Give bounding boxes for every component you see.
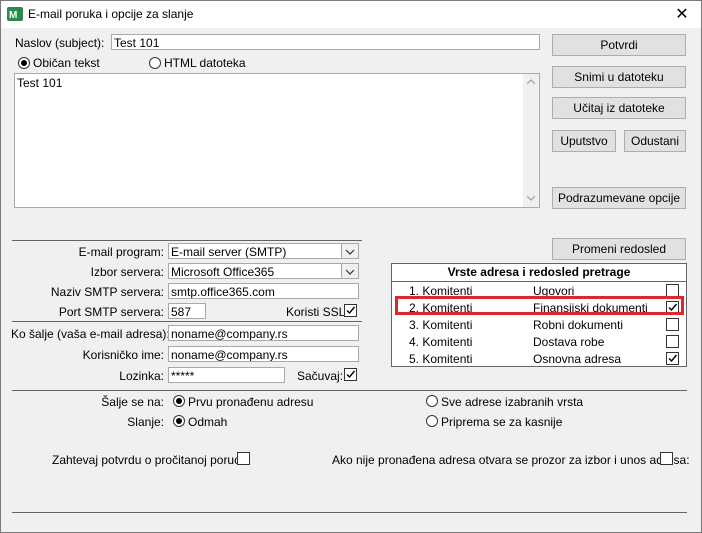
row-address: Dostava robe xyxy=(533,335,605,349)
svg-text:M: M xyxy=(9,10,17,21)
smtp-name-input[interactable]: smtp.office365.com xyxy=(168,283,359,299)
prompt-missing-checkbox[interactable] xyxy=(660,452,673,465)
table-row[interactable]: 4. Komitenti Dostava robe xyxy=(392,333,686,350)
app-icon: M xyxy=(7,7,23,21)
email-program-label: E-mail program: xyxy=(78,245,164,259)
table-row[interactable]: 3. Komitenti Robni dokumenti xyxy=(392,316,686,333)
subject-input[interactable]: Test 101 xyxy=(111,34,540,50)
save-password-checkbox[interactable] xyxy=(344,368,357,381)
username-input[interactable]: noname@company.rs xyxy=(168,346,359,362)
password-input[interactable]: ***** xyxy=(168,367,285,383)
divider xyxy=(12,321,362,322)
read-receipt-label: Zahtevaj potvrdu o pročitanoj poruci: xyxy=(52,453,247,467)
sender-email-label: Ko šalje (vaša e-mail adresa): xyxy=(11,327,170,341)
checkmark-icon xyxy=(346,370,356,379)
send-now-radio[interactable] xyxy=(173,415,185,427)
message-body-text: Test 101 xyxy=(17,76,63,90)
scroll-down-icon[interactable] xyxy=(527,195,535,201)
vertical-scrollbar[interactable] xyxy=(523,74,539,207)
server-choice-select[interactable]: Microsoft Office365 xyxy=(168,263,359,279)
address-types-table: Vrste adresa i redosled pretrage 1. Komi… xyxy=(391,263,687,367)
ssl-checkbox[interactable] xyxy=(344,304,357,317)
sending-label: Slanje: xyxy=(127,415,164,429)
html-file-label: HTML datoteka xyxy=(164,56,246,70)
row-type: 3. Komitenti xyxy=(409,318,473,332)
chevron-down-icon[interactable] xyxy=(341,264,358,278)
password-label: Lozinka: xyxy=(119,369,164,383)
row-checkbox[interactable] xyxy=(666,318,679,331)
html-file-radio[interactable] xyxy=(149,57,161,69)
first-address-label: Prvu pronađenu adresu xyxy=(188,395,314,409)
sender-email-input[interactable]: noname@company.rs xyxy=(168,325,359,341)
row-type: 5. Komitenti xyxy=(409,352,473,366)
chevron-down-icon[interactable] xyxy=(341,244,358,258)
dialog-window: M E-mail poruka i opcije za slanje ✕ Nas… xyxy=(0,0,702,533)
scroll-up-icon[interactable] xyxy=(527,79,535,85)
save-password-label: Sačuvaj: xyxy=(297,369,344,383)
prepare-later-radio[interactable] xyxy=(426,415,438,427)
cancel-button[interactable]: Odustani xyxy=(624,130,686,152)
email-program-select[interactable]: E-mail server (SMTP) xyxy=(168,243,359,259)
load-from-file-button[interactable]: Učitaj iz datoteke xyxy=(552,97,686,119)
smtp-port-label: Port SMTP servera: xyxy=(58,305,164,319)
prepare-later-label: Priprema se za kasnije xyxy=(441,415,563,429)
plain-text-label: Običan tekst xyxy=(33,56,100,70)
server-choice-value: Microsoft Office365 xyxy=(171,265,275,279)
ssl-label: Koristi SSL: xyxy=(286,305,349,319)
all-addresses-label: Sve adrese izabranih vrsta xyxy=(441,395,584,409)
all-addresses-radio[interactable] xyxy=(426,395,438,407)
server-choice-label: Izbor servera: xyxy=(90,265,164,279)
plain-text-radio[interactable] xyxy=(18,57,30,69)
divider xyxy=(12,240,362,241)
confirm-button[interactable]: Potvrdi xyxy=(552,34,686,56)
first-address-radio[interactable] xyxy=(173,395,185,407)
checkmark-icon xyxy=(346,306,356,315)
row-checkbox[interactable] xyxy=(666,335,679,348)
reorder-button[interactable]: Promeni redosled xyxy=(552,238,686,260)
window-title: E-mail poruka i opcije za slanje xyxy=(28,7,194,21)
send-now-label: Odmah xyxy=(188,415,228,429)
row-address: Robni dokumenti xyxy=(533,318,624,332)
prompt-missing-label: Ako nije pronađena adresa otvara se proz… xyxy=(332,453,690,467)
close-icon[interactable]: ✕ xyxy=(671,5,693,25)
username-label: Korisničko ime: xyxy=(82,348,164,362)
smtp-name-label: Naziv SMTP servera: xyxy=(50,285,164,299)
subject-label: Naslov (subject): xyxy=(15,36,105,50)
divider xyxy=(12,390,687,391)
table-row[interactable]: 5. Komitenti Osnovna adresa xyxy=(392,350,686,367)
send-to-label: Šalje se na: xyxy=(101,395,164,409)
row-type: 4. Komitenti xyxy=(409,335,473,349)
title-bar: M E-mail poruka i opcije za slanje ✕ xyxy=(1,1,701,28)
row-checkbox[interactable] xyxy=(666,352,679,365)
smtp-port-input[interactable]: 587 xyxy=(168,303,206,319)
email-program-value: E-mail server (SMTP) xyxy=(171,245,287,259)
divider xyxy=(12,512,687,513)
checkmark-icon xyxy=(668,354,678,363)
highlight-box xyxy=(395,296,684,315)
save-to-file-button[interactable]: Snimi u datoteku xyxy=(552,66,686,88)
read-receipt-checkbox[interactable] xyxy=(237,452,250,465)
address-types-title: Vrste adresa i redosled pretrage xyxy=(392,264,686,282)
message-body[interactable]: Test 101 xyxy=(14,73,540,208)
row-address: Osnovna adresa xyxy=(533,352,622,366)
default-options-button[interactable]: Podrazumevane opcije xyxy=(552,187,686,209)
help-button[interactable]: Uputstvo xyxy=(552,130,616,152)
